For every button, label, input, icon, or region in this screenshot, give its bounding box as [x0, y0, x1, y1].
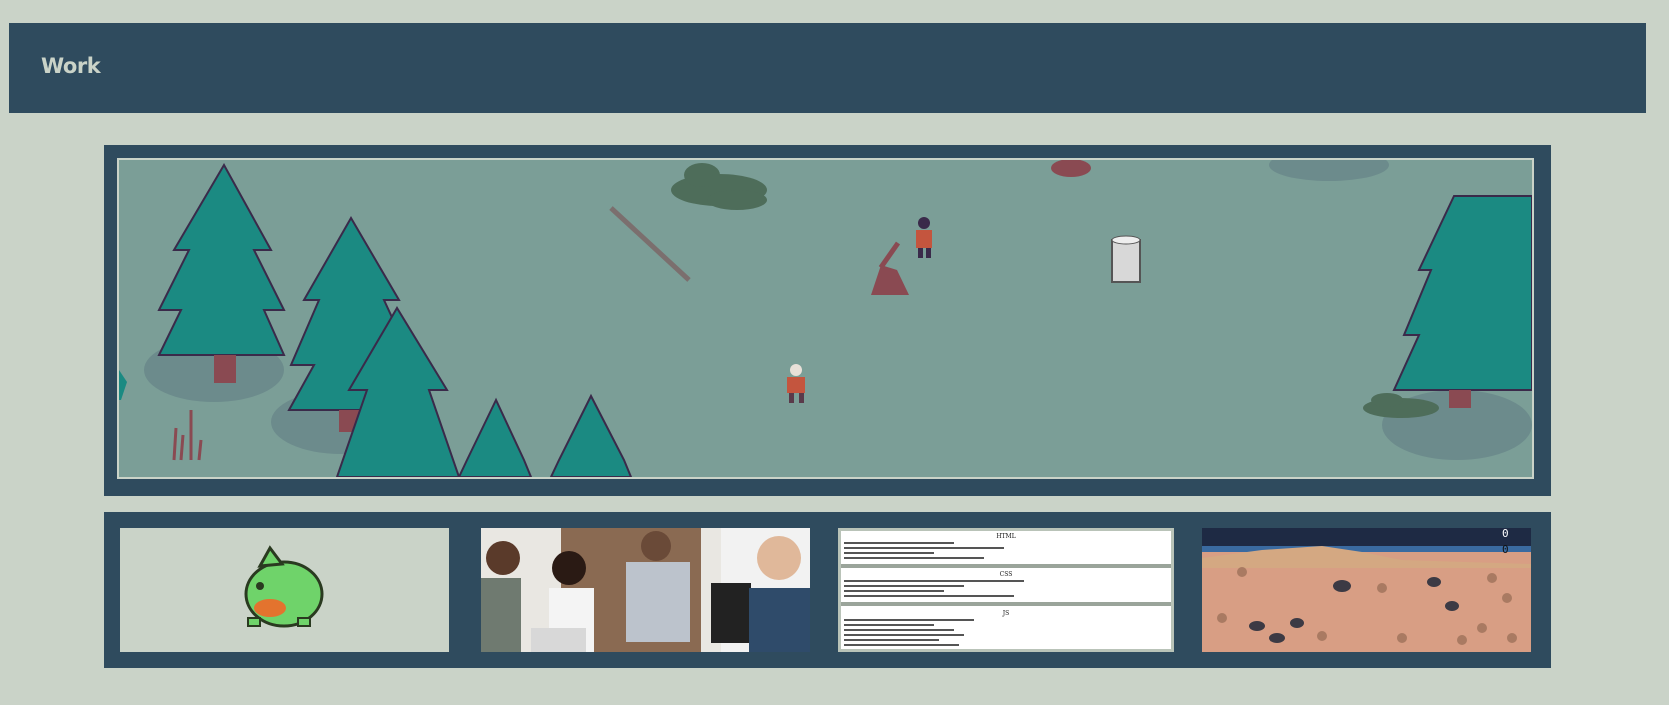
header-bar: Work	[9, 23, 1646, 113]
thumbnail-creature[interactable]	[120, 528, 449, 652]
thumbnail-web-document[interactable]: HTML CSS JS	[838, 528, 1174, 652]
score-bottom: 0	[1502, 543, 1509, 556]
section-heading-html: HTML	[996, 533, 1015, 540]
hero-frame	[104, 145, 1551, 496]
stone-stump-icon	[1111, 235, 1141, 283]
section-heading-js: JS	[1002, 610, 1010, 617]
thumbnail-team-photo[interactable]	[481, 528, 810, 652]
page-title: Work	[41, 54, 101, 78]
section-heading-css: CSS	[1000, 571, 1013, 578]
person-icon	[481, 541, 521, 652]
thumbnail-desert-game[interactable]: 0 0	[1202, 528, 1531, 652]
score-top: 0	[1502, 528, 1509, 540]
hero-game-scene[interactable]	[117, 158, 1534, 479]
thumbnail-strip: HTML CSS JS 0 0	[104, 512, 1551, 668]
